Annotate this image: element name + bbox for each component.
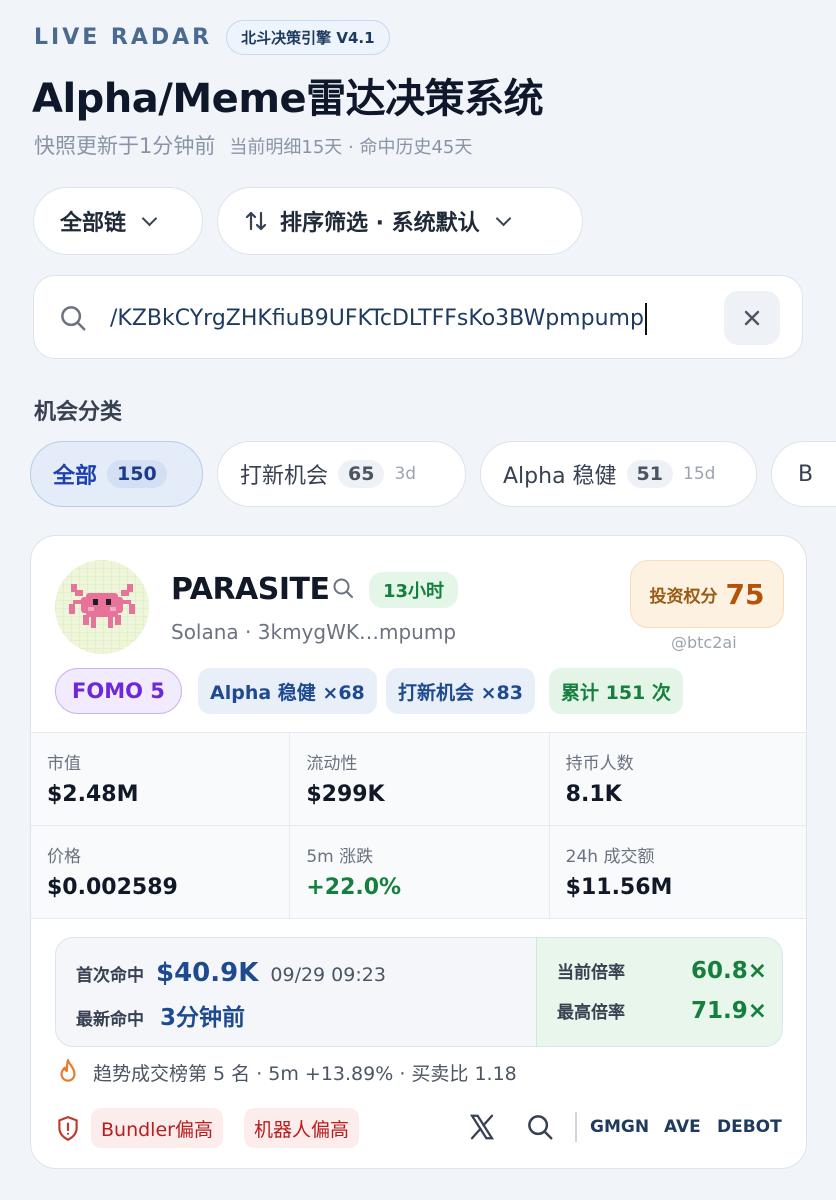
- risk-tag-bundler: Bundler偏高: [91, 1108, 223, 1148]
- metric-label: 5m 涨跌: [306, 847, 374, 867]
- category-chip-alpha[interactable]: Alpha 稳健 51 15d: [480, 441, 757, 507]
- latest-hit-label: 最新命中: [76, 1010, 144, 1030]
- metric-value: $0.002589: [47, 875, 178, 900]
- metrics-grid: 市值 $2.48M 流动性 $299K 持币人数 8.1K 价格 $0.0025…: [31, 732, 806, 919]
- fomo-tag: FOMO 5: [55, 668, 182, 714]
- hit-summary: 首次命中 $40.9K 09/29 09:23 最新命中 3分钟前 当前倍率 6…: [55, 937, 783, 1047]
- token-address[interactable]: 3kmygWK…mpump: [258, 620, 456, 644]
- separator-dot: ·: [245, 620, 258, 644]
- search-icon[interactable]: [331, 576, 355, 600]
- metric-label: 价格: [47, 847, 81, 867]
- chip-count: 150: [107, 460, 167, 488]
- close-icon: [744, 310, 760, 326]
- search-icon[interactable]: [525, 1112, 555, 1142]
- card-footer: Bundler偏高 机器人偏高 GMGN AVE DEBOT: [55, 1108, 785, 1150]
- search-query[interactable]: /KZBkCYrgZHKfiuB9UFKTcDLTFFsKo3BWpmpump: [110, 303, 647, 335]
- launch-count-tag: 打新机会 ×83: [386, 668, 535, 714]
- risk-tag-bot: 机器人偏高: [244, 1108, 360, 1148]
- trend-info: 趋势成交榜第 5 名 · 5m +13.89% · 买卖比 1.18: [55, 1058, 517, 1086]
- crab-icon: [55, 560, 149, 654]
- debot-link[interactable]: DEBOT: [717, 1117, 782, 1137]
- first-hit-label: 首次命中: [76, 966, 144, 986]
- max-multiplier-label: 最高倍率: [557, 1003, 625, 1023]
- metric-value: $299K: [306, 782, 385, 807]
- sort-icon: [245, 211, 267, 231]
- ave-link[interactable]: AVE: [664, 1117, 701, 1137]
- chip-label: 全部: [53, 464, 98, 489]
- metric-value: $2.48M: [47, 782, 139, 807]
- score-value: 75: [725, 577, 765, 611]
- metric-5m-change: 5m 涨跌 +22.0%: [290, 826, 550, 918]
- chain-filter-label: 全部链: [60, 211, 127, 236]
- chevron-down-icon: [495, 210, 511, 226]
- category-chip-partial[interactable]: B: [771, 441, 836, 507]
- first-hit-time: 09/29 09:23: [270, 964, 386, 986]
- token-card[interactable]: PARASITE 13小时 Solana · 3kmygWK…mpump 投资权…: [30, 535, 807, 1169]
- investment-score: 投资权分 75: [630, 560, 784, 628]
- source-handle: @btc2ai: [671, 633, 737, 652]
- text-caret: [644, 303, 647, 335]
- snapshot-time: 快照更新于1分钟前: [34, 134, 216, 158]
- chevron-down-icon: [141, 210, 158, 226]
- alpha-count-tag: Alpha 稳健 ×68: [198, 668, 377, 714]
- score-label: 投资权分: [649, 586, 718, 607]
- category-chip-all[interactable]: 全部 150: [30, 441, 203, 507]
- token-avatar: [55, 560, 149, 654]
- chain-filter-button[interactable]: 全部链: [33, 187, 203, 255]
- metric-label: 市值: [47, 754, 81, 774]
- gmgn-link[interactable]: GMGN: [590, 1117, 649, 1137]
- snapshot-info: 快照更新于1分钟前 当前明细15天 · 命中历史45天: [34, 130, 472, 160]
- category-chip-launch[interactable]: 打新机会 65 3d: [217, 441, 466, 507]
- chip-days: 15d: [683, 464, 716, 484]
- shield-alert-icon: [58, 1116, 78, 1141]
- search-input[interactable]: /KZBkCYrgZHKfiuB9UFKTcDLTFFsKo3BWpmpump: [33, 275, 803, 359]
- latest-hit-value: 3分钟前: [160, 1005, 246, 1031]
- sort-filter-button[interactable]: 排序筛选 · 系统默认: [217, 187, 583, 255]
- live-radar-kicker: LIVE RADAR: [34, 25, 213, 50]
- chip-label: 打新机会: [240, 464, 329, 489]
- token-chain: Solana: [171, 620, 239, 644]
- current-multiplier-label: 当前倍率: [557, 963, 625, 983]
- max-multiplier-value: 71.9×: [690, 998, 767, 1024]
- trend-text: 趋势成交榜第 5 名 · 5m +13.89% · 买卖比 1.18: [93, 1062, 517, 1085]
- flame-icon: [60, 1059, 76, 1082]
- page-title: Alpha/Meme雷达决策系统: [32, 76, 544, 122]
- x-twitter-icon[interactable]: [467, 1112, 497, 1142]
- clear-search-button[interactable]: [724, 291, 780, 345]
- metric-label: 24h 成交额: [565, 847, 655, 867]
- header-top: LIVE RADAR 北斗决策引擎 V4.1: [34, 20, 390, 55]
- metric-liquidity: 流动性 $299K: [290, 733, 550, 825]
- metric-value: +22.0%: [306, 875, 402, 900]
- sort-filter-label: 排序筛选 · 系统默认: [280, 211, 480, 236]
- multiplier-panel: 当前倍率 60.8× 最高倍率 71.9×: [536, 938, 782, 1046]
- metric-holders: 持币人数 8.1K: [549, 733, 806, 825]
- history-range: 当前明细15天 · 命中历史45天: [229, 137, 473, 158]
- category-section-label: 机会分类: [34, 400, 123, 425]
- chip-count: 51: [626, 460, 673, 488]
- chip-label: Alpha 稳健: [503, 464, 617, 489]
- metric-price: 价格 $0.002589: [31, 826, 291, 918]
- metric-value: 8.1K: [565, 782, 622, 807]
- token-chain-address: Solana · 3kmygWK…mpump: [171, 620, 456, 644]
- metric-label: 持币人数: [565, 754, 634, 774]
- divider: [575, 1112, 577, 1142]
- first-hit-value: $40.9K: [156, 958, 259, 988]
- chip-label: B: [798, 461, 814, 487]
- metric-value: $11.56M: [565, 875, 673, 900]
- token-name[interactable]: PARASITE: [171, 572, 330, 607]
- chip-count: 65: [338, 460, 385, 488]
- metric-label: 流动性: [306, 754, 358, 774]
- token-age-badge: 13小时: [369, 572, 459, 608]
- hit-history: 首次命中 $40.9K 09/29 09:23 最新命中 3分钟前: [56, 938, 536, 1046]
- metric-market-cap: 市值 $2.48M: [31, 733, 291, 825]
- search-icon: [61, 306, 86, 331]
- chip-days: 3d: [394, 464, 417, 484]
- engine-version-badge: 北斗决策引擎 V4.1: [226, 20, 390, 55]
- total-hits-tag: 累计 151 次: [549, 668, 683, 714]
- current-multiplier-value: 60.8×: [690, 958, 767, 984]
- metric-24h-volume: 24h 成交额 $11.56M: [549, 826, 806, 918]
